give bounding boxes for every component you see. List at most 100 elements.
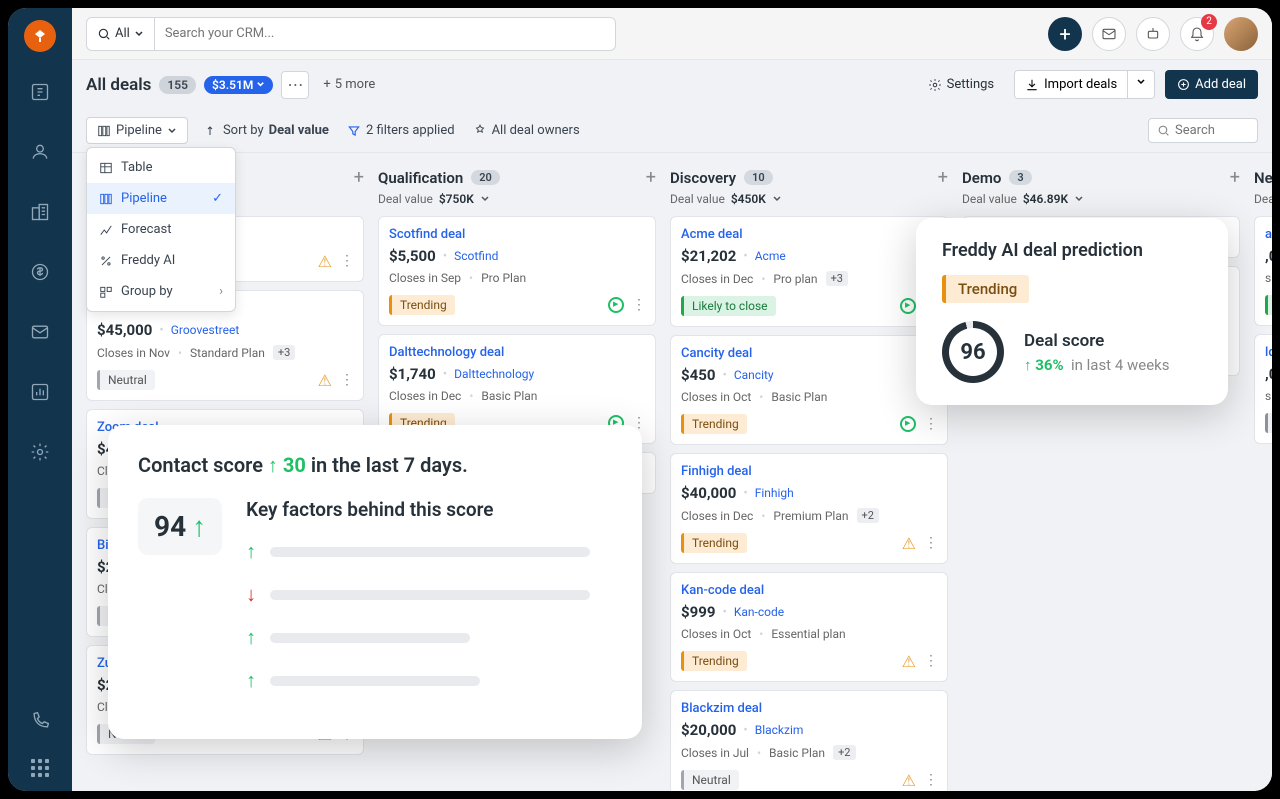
column-subheader[interactable]: Deal value$750K [378, 192, 656, 206]
add-card-button[interactable]: + [354, 167, 364, 188]
deal-plan: Basic Plan [769, 746, 825, 760]
deal-title[interactable]: Blackzim deal [681, 701, 937, 716]
import-button[interactable]: Import deals [1015, 71, 1127, 98]
score-badge: 94↑ [138, 498, 222, 555]
column-header: Negotiati + [1254, 167, 1272, 188]
search-input[interactable] [155, 26, 615, 41]
deal-amount: $21,202 [681, 247, 736, 265]
column-subheader[interactable]: Deal value$450K [670, 192, 948, 206]
deal-card[interactable]: Acme deal$21,202•AcmeCloses in Dec•Pro p… [670, 216, 948, 327]
card-menu[interactable]: ⋮ [924, 416, 937, 432]
deal-value-pill[interactable]: $3.51M [204, 76, 273, 94]
more-actions-button[interactable]: ⋯ [281, 71, 309, 99]
deal-amount: $45,000 [97, 321, 152, 339]
deal-card[interactable]: lding de,000s in OctGone cold⋮ [1254, 334, 1272, 444]
deal-plan: Pro Plan [481, 271, 526, 285]
column-title: Demo [962, 169, 1001, 187]
accounts-icon[interactable] [20, 192, 60, 232]
deal-closes: Closes in Oct [681, 627, 751, 641]
deal-title[interactable]: Cancity deal [681, 346, 937, 361]
card-menu[interactable]: ⋮ [632, 297, 645, 313]
deal-company[interactable]: Acme [755, 249, 786, 263]
popup2-title: Freddy AI deal prediction [942, 240, 1202, 261]
reports-icon[interactable] [20, 372, 60, 412]
deal-title[interactable]: lding de [1265, 345, 1272, 360]
view-selector[interactable]: Pipeline [86, 117, 188, 144]
add-card-button[interactable]: + [1230, 167, 1240, 188]
deal-company[interactable]: Scotfind [454, 249, 498, 263]
deal-company[interactable]: Dalttechnology [454, 367, 534, 381]
deal-company[interactable]: Groovestreet [171, 323, 240, 337]
search-scope-button[interactable]: All [87, 18, 155, 50]
card-menu[interactable]: ⋮ [924, 772, 937, 788]
deal-title[interactable]: Dalttechnology deal [389, 345, 645, 360]
status-tag: ly to clo [1265, 295, 1272, 315]
dashboard-icon[interactable] [20, 72, 60, 112]
deal-title[interactable]: Acme deal [681, 227, 937, 242]
deals-icon[interactable] [20, 252, 60, 292]
play-icon[interactable] [900, 298, 916, 314]
deal-card[interactable]: Kan-code deal$999•Kan-codeCloses in Oct•… [670, 572, 948, 682]
deal-company[interactable]: Finhigh [755, 486, 794, 500]
card-menu[interactable]: ⋮ [924, 535, 937, 551]
column-header: Qualification 20 + [378, 167, 656, 188]
factor-row: ↑ [246, 625, 612, 650]
deal-card[interactable]: Scotfind deal$5,500•ScotfindCloses in Se… [378, 216, 656, 326]
card-menu[interactable]: ⋮ [340, 253, 353, 269]
deal-title[interactable]: atfix de [1265, 227, 1272, 242]
add-deal-button[interactable]: Add deal [1165, 70, 1258, 99]
inbox-icon[interactable] [1092, 17, 1126, 51]
owners-filter[interactable]: All deal owners [473, 123, 580, 138]
apps-icon[interactable] [31, 759, 49, 777]
settings-button[interactable]: Settings [918, 71, 1004, 98]
import-button-group: Import deals [1014, 70, 1155, 99]
add-card-button[interactable]: + [938, 167, 948, 188]
deal-card[interactable]: Cancity deal$450•CancityCloses in Oct•Ba… [670, 335, 948, 445]
logo[interactable] [24, 20, 56, 52]
view-menu-freddy[interactable]: Freddy AI [87, 245, 235, 276]
freddy-icon[interactable] [1136, 17, 1170, 51]
quick-add-button[interactable]: + [1048, 17, 1082, 51]
import-caret[interactable] [1127, 71, 1154, 98]
more-views-link[interactable]: + 5 more [323, 77, 375, 92]
sort-button[interactable]: Sort by Deal value [206, 123, 329, 138]
deal-card[interactable]: atfix de,000s in Octly to clo⋮ [1254, 216, 1272, 326]
column-subheader[interactable]: Deal value$ [1254, 192, 1272, 206]
deal-plan: Basic Plan [481, 389, 537, 403]
deal-company[interactable]: Cancity [734, 368, 774, 382]
play-icon[interactable] [608, 297, 624, 313]
deal-card[interactable]: Finhigh deal$40,000•FinhighCloses in Dec… [670, 453, 948, 564]
settings-icon[interactable] [20, 432, 60, 472]
bell-icon[interactable]: 2 [1180, 17, 1214, 51]
deal-title[interactable]: Kan-code deal [681, 583, 937, 598]
filters-button[interactable]: 2 filters applied [347, 123, 455, 138]
avatar[interactable] [1224, 17, 1258, 51]
deal-closes: s in Oct [1265, 271, 1272, 285]
contacts-icon[interactable] [20, 132, 60, 172]
view-menu-table[interactable]: Table [87, 152, 235, 183]
add-card-button[interactable]: + [646, 167, 656, 188]
factor-row: ↓ [246, 582, 612, 607]
view-menu-pipeline[interactable]: Pipeline✓ [87, 183, 235, 214]
deal-closes: s in Oct [1265, 389, 1272, 403]
deal-company[interactable]: Blackzim [755, 723, 804, 737]
view-menu-group[interactable]: Group by› [87, 276, 235, 307]
phone-icon[interactable] [20, 701, 60, 741]
deal-title[interactable]: Finhigh deal [681, 464, 937, 479]
page-title: All deals [86, 75, 151, 95]
deal-company[interactable]: Kan-code [734, 605, 784, 619]
status-tag: Neutral [681, 770, 739, 790]
column-title: Discovery [670, 169, 736, 187]
mail-icon[interactable] [20, 312, 60, 352]
card-menu[interactable]: ⋮ [340, 372, 353, 388]
view-menu-forecast[interactable]: Forecast [87, 214, 235, 245]
deal-title[interactable]: Scotfind deal [389, 227, 645, 242]
deal-amount: $1,740 [389, 365, 436, 383]
board-search[interactable] [1148, 118, 1258, 143]
play-icon[interactable] [900, 416, 916, 432]
deal-amount: $999 [681, 603, 715, 621]
deal-card[interactable]: Blackzim deal$20,000•BlackzimCloses in J… [670, 690, 948, 791]
board-search-input[interactable] [1175, 123, 1245, 138]
column-subheader[interactable]: Deal value$46.89K [962, 192, 1240, 206]
card-menu[interactable]: ⋮ [924, 653, 937, 669]
